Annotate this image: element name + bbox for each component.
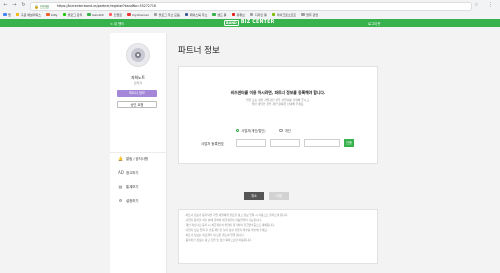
bookmark-favicon-icon: [62, 12, 67, 17]
bookmarks-bar: 앱 구글 애널리틱스 bitly 불로그 관리 band24 킨클로 mychannel 블로…: [0, 10, 500, 19]
chart-icon: ▤: [118, 184, 123, 189]
app-header: < 내 밴드 BAND BIZ CENTER 로그아웃: [0, 19, 500, 27]
radio-business[interactable]: 사업자(개인/법인): [236, 128, 265, 133]
bookmark-label: band24: [92, 12, 104, 17]
registration-heading: 비즈센터를 이용 하시려면, 파트너 정보를 등록해야 합니다.: [230, 90, 326, 95]
bookmark-label: 유튜브: [236, 12, 245, 17]
radio-personal[interactable]: 개인: [279, 128, 291, 133]
bookmark-favicon-icon: [46, 12, 50, 17]
bookmark-favicon-icon: [231, 12, 236, 17]
bookmark-item[interactable]: 디자인 툴: [249, 12, 267, 17]
band-logo-badge: BAND: [224, 19, 239, 26]
bookmark-favicon-icon: [127, 12, 131, 17]
secure-label: 안전함: [40, 5, 49, 9]
url-text[interactable]: https://bizcenter.band.us/partner/regist…: [57, 4, 156, 8]
bizcenter-title: BIZ CENTER: [240, 20, 275, 25]
gear-icon: ⚙: [118, 198, 123, 203]
sidebar-item-stats[interactable]: ▤ 통계보기: [118, 183, 139, 190]
notice-line: · 등록하신 정보는 광고 집행 및 정산 목적으로만 이용됩니다.: [184, 238, 252, 242]
bookmark-label: 구글 애널리틱스: [20, 12, 42, 17]
business-number-field-1[interactable]: [236, 139, 266, 147]
logout-link[interactable]: 로그아웃: [368, 21, 380, 26]
bell-icon: 🔔: [118, 156, 123, 161]
bookmark-label: 페이스북 주소: [189, 12, 208, 17]
bookmark-favicon-icon: [153, 12, 158, 17]
forward-icon[interactable]: →: [11, 2, 18, 9]
bookmark-item[interactable]: 밴드 툴: [212, 12, 227, 17]
bookmark-item[interactable]: 킨클로: [108, 12, 122, 17]
next-button[interactable]: 다음: [269, 192, 289, 200]
sidebar-item-settings[interactable]: ⚙ 설정하기: [118, 197, 139, 204]
bookmark-star-icon[interactable]: ☆: [474, 2, 478, 8]
bookmark-favicon-icon: [212, 12, 216, 17]
bookmark-favicon-icon: [184, 12, 189, 17]
bookmark-item[interactable]: 블로그 주소 모음: [153, 12, 180, 17]
sidebar-item-label: 광고하기: [126, 171, 139, 175]
bookmark-item[interactable]: 업무 관련: [301, 13, 318, 17]
bookmark-label: 앱: [8, 12, 11, 17]
partner-info-button[interactable]: 파트너 정보: [117, 90, 157, 97]
lock-icon: 🔒: [34, 3, 39, 9]
band-bizcenter-logo[interactable]: BAND BIZ CENTER: [224, 19, 275, 26]
bookmark-item[interactable]: 유튜브: [231, 12, 245, 17]
sidebar-item-notice[interactable]: 🔔 알림 / 공지사항: [118, 155, 148, 162]
bookmark-item[interactable]: 앱: [3, 13, 11, 17]
radio-personal-button[interactable]: [279, 128, 283, 133]
sidebar-divider: [110, 152, 166, 153]
bookmark-item[interactable]: 구글 애널리틱스: [15, 12, 42, 17]
verify-button[interactable]: 인증: [344, 139, 354, 147]
ad-icon: AD: [118, 170, 124, 175]
bookmark-favicon-icon: [108, 12, 113, 17]
bookmark-favicon-icon: [3, 12, 7, 17]
bookmark-label: 밴드 툴: [217, 12, 227, 17]
page-title: 파트너 정보: [178, 46, 220, 56]
radio-business-button[interactable]: [236, 128, 240, 133]
notice-box: · 파트너 정보가 등록되면 기업 회원에게 필요한 광고 정보 입력 시 자동…: [178, 209, 378, 264]
cancel-button[interactable]: 취소: [244, 192, 264, 200]
sidebar: 저희노트 관리자 파트너 정보 승인 요청 🔔 알림 / 공지사항 AD 광고하기 ▤ 통…: [110, 33, 167, 273]
reload-icon[interactable]: ↻: [20, 2, 27, 9]
browser-menu-icon[interactable]: ⋮: [488, 2, 493, 8]
bookmark-favicon-icon: [301, 12, 305, 17]
my-band-link[interactable]: < 내 밴드: [110, 21, 124, 26]
bookmark-label: 불로그 관리: [67, 12, 83, 17]
bookmark-favicon-icon: [271, 12, 276, 17]
profile-role: 관리자: [133, 81, 143, 85]
bookmark-label: 블로그 주소 모음: [158, 12, 180, 17]
radio-business-label: 사업자(개인/법인): [241, 129, 266, 133]
registration-desc-2: 일반 개인인 경우 개인 항목을 선택해 주세요.: [251, 102, 305, 106]
bookmark-label: 킨클로: [113, 12, 122, 17]
sidebar-item-label: 설정하기: [126, 199, 139, 203]
bookmark-label: bitly: [51, 12, 58, 17]
radio-personal-label: 개인: [284, 129, 291, 133]
sidebar-item-label: 통계보기: [126, 185, 139, 189]
bookmark-item[interactable]: 마이크로소프트: [271, 12, 297, 17]
business-number-field-3[interactable]: [304, 139, 340, 147]
sidebar-item-ads[interactable]: AD 광고하기: [118, 169, 138, 176]
back-icon[interactable]: ←: [2, 2, 9, 9]
partner-registration-panel: 비즈센터를 이용 하시려면, 파트너 정보를 등록해야 합니다. 법인 또는 개…: [178, 66, 378, 164]
bookmark-label: 디자인 툴: [254, 12, 267, 17]
bookmark-favicon-icon: [87, 12, 91, 17]
browser-toolbar: ← → ↻ 🔒 안전함 https://bizcenter.band.us/pa…: [0, 0, 500, 11]
bookmark-favicon-icon: [249, 12, 254, 17]
bookmark-label: 마이크로소프트: [276, 12, 297, 17]
partner-type-radio-group: 사업자(개인/법인) 개인: [236, 128, 291, 133]
bookmark-label: 업무 관련: [306, 12, 319, 17]
switch-partner-button[interactable]: 승인 요청: [117, 101, 157, 108]
bookmark-item[interactable]: band24: [87, 12, 104, 17]
bookmark-item[interactable]: 불로그 관리: [62, 12, 83, 17]
business-number-label: 사업자 등록번호: [201, 142, 224, 146]
bookmark-item[interactable]: bitly: [46, 13, 58, 17]
browser-chrome: ← → ↻ 🔒 안전함 https://bizcenter.band.us/pa…: [0, 0, 500, 20]
bookmark-favicon-icon: [15, 12, 20, 17]
bookmark-label: mychannel: [132, 12, 149, 17]
business-number-field-2[interactable]: [270, 139, 300, 147]
bookmark-item[interactable]: 페이스북 주소: [184, 12, 208, 17]
bookmark-item[interactable]: mychannel: [127, 13, 149, 17]
sidebar-item-label: 알림 / 공지사항: [126, 157, 149, 161]
avatar: [126, 43, 150, 67]
